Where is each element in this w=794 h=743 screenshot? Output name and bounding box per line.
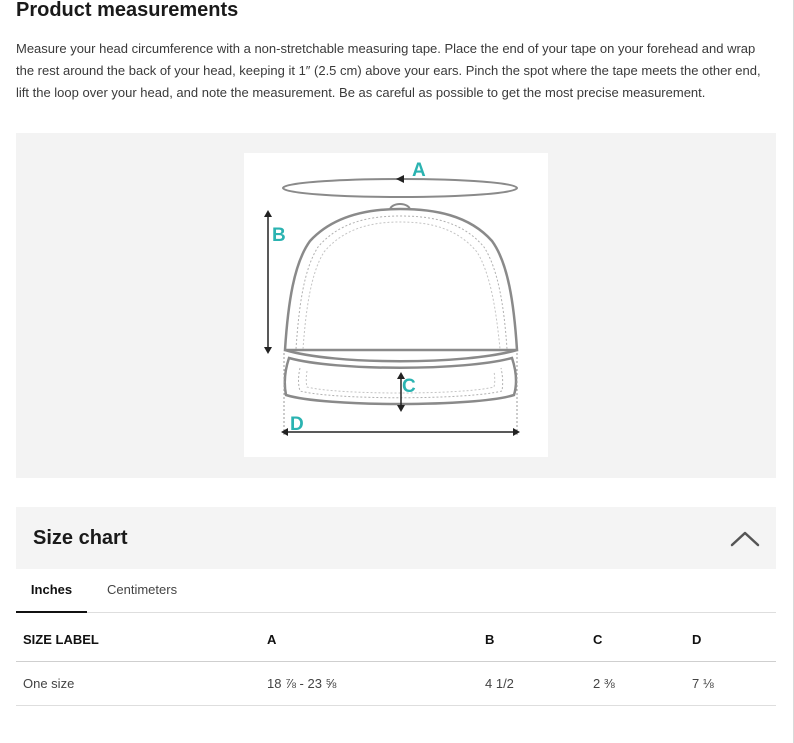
cell-c: 2 ⅜ <box>593 676 615 691</box>
table-header-row: SIZE LABEL A B C D <box>16 618 776 662</box>
cell-size-label: One size <box>23 676 75 691</box>
unit-tabs: Inches Centimeters <box>16 570 776 613</box>
label-c: C <box>402 376 416 397</box>
size-table: SIZE LABEL A B C D One size 18 ⅞ - 23 ⅝ … <box>16 618 776 706</box>
column-header-b: B <box>485 632 495 647</box>
arrow-b-bottom <box>264 347 272 354</box>
label-a: A <box>412 160 426 181</box>
product-measurements-panel: Product measurements Measure your head c… <box>0 0 794 743</box>
table-row: One size 18 ⅞ - 23 ⅝ 4 1/2 2 ⅜ 7 ⅛ <box>16 662 776 706</box>
diagram-panel: A B C D <box>16 133 776 478</box>
label-d: D <box>290 414 304 435</box>
tab-centimeters[interactable]: Centimeters <box>107 570 177 611</box>
column-header-size-label: SIZE LABEL <box>23 632 99 647</box>
cell-b: 4 1/2 <box>485 676 514 691</box>
size-chart-title: Size chart <box>33 527 128 549</box>
cap-measurement-diagram: A B C D <box>244 153 548 457</box>
cap-diagram-svg: A B C D <box>264 160 520 436</box>
cap-crown <box>283 207 519 352</box>
chevron-up-icon[interactable] <box>728 523 762 553</box>
size-chart-header[interactable]: Size chart <box>16 507 776 569</box>
circumference-ellipse <box>282 178 518 198</box>
column-header-c: C <box>593 632 603 647</box>
arrow-a-head <box>396 175 404 183</box>
cap-band <box>284 348 518 363</box>
page-title: Product measurements <box>16 0 239 21</box>
cell-d: 7 ⅛ <box>692 676 714 691</box>
column-header-d: D <box>692 632 702 647</box>
tab-inches[interactable]: Inches <box>16 570 87 613</box>
column-header-a: A <box>267 632 277 647</box>
cell-a: 18 ⅞ - 23 ⅝ <box>267 676 337 691</box>
label-b: B <box>272 225 286 246</box>
arrow-c-bottom <box>397 405 405 412</box>
arrow-b-top <box>264 210 272 217</box>
measurement-instructions: Measure your head circumference with a n… <box>16 41 761 100</box>
